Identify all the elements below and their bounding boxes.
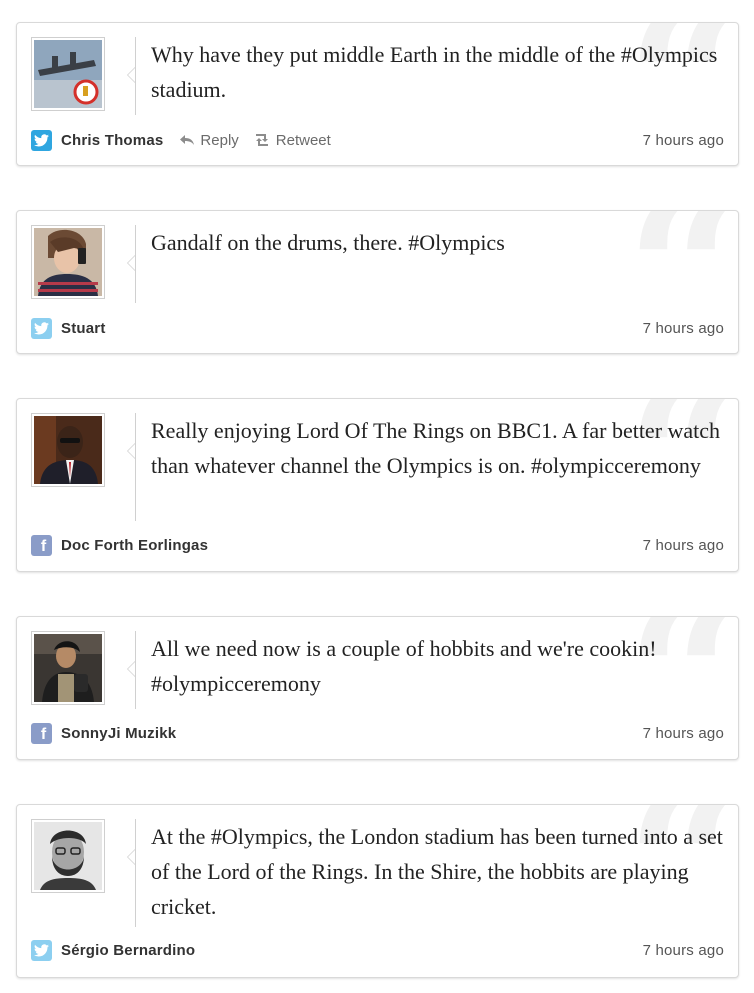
retweet-button[interactable]: Retweet — [253, 132, 331, 149]
tweet-text: Gandalf on the drums, there. #Olympics — [151, 230, 505, 255]
author-name[interactable]: Chris Thomas — [61, 132, 163, 149]
author-name[interactable]: Stuart — [61, 320, 106, 337]
avatar[interactable] — [31, 413, 105, 487]
reply-icon — [180, 135, 195, 145]
avatar-image — [34, 228, 102, 296]
tweet-footer: f Doc Forth Eorlingas 7 hours ago — [31, 534, 724, 556]
facebook-icon[interactable]: f — [31, 534, 52, 556]
avatar-image — [34, 634, 102, 702]
facebook-icon[interactable]: f — [31, 722, 52, 744]
tweet-card: “ Gandalf on the drums, there. #Olympics… — [16, 210, 739, 354]
timestamp[interactable]: 7 hours ago — [643, 320, 724, 337]
tweet-text: All we need now is a couple of hobbits a… — [151, 636, 657, 696]
retweet-label: Retweet — [275, 131, 331, 149]
tweet-text: Why have they put middle Earth in the mi… — [151, 42, 718, 102]
avatar-image — [34, 40, 102, 108]
reply-button[interactable]: Reply — [179, 131, 239, 149]
divider — [127, 631, 136, 709]
twitter-icon[interactable] — [31, 939, 52, 961]
tweet-card: “ Why have they put middle Earth in the … — [16, 22, 739, 166]
avatar[interactable] — [31, 37, 105, 111]
tweet-card: “ Really enjoying Lord Of The Rings on B… — [16, 398, 739, 572]
tweet-text: At the #Olympics, the London stadium has… — [151, 824, 723, 919]
divider — [127, 413, 136, 521]
avatar-image — [34, 822, 102, 890]
avatar-image — [34, 416, 102, 484]
author-name[interactable]: Doc Forth Eorlingas — [61, 537, 208, 554]
author-name[interactable]: SonnyJi Muzikk — [61, 725, 176, 742]
avatar[interactable] — [31, 819, 105, 893]
retweet-icon — [255, 134, 268, 146]
tweet-footer: Chris Thomas Reply Retweet 7 hours ago — [31, 129, 724, 151]
tweet-footer: Stuart 7 hours ago — [31, 317, 724, 339]
timestamp[interactable]: 7 hours ago — [643, 537, 724, 554]
tweet-card: “ All we need now is a couple of hobbits… — [16, 616, 739, 760]
avatar[interactable] — [31, 225, 105, 299]
reply-label: Reply — [200, 131, 239, 149]
tweet-footer: f SonnyJi Muzikk 7 hours ago — [31, 722, 724, 744]
tweet-card: “ At the #Olympics, the London stadium h… — [16, 804, 739, 978]
divider — [127, 225, 136, 303]
tweet-footer: Sérgio Bernardino 7 hours ago — [31, 939, 724, 961]
divider — [127, 37, 136, 115]
twitter-icon[interactable] — [31, 317, 52, 339]
tweet-text: Really enjoying Lord Of The Rings on BBC… — [151, 418, 721, 478]
author-name[interactable]: Sérgio Bernardino — [61, 942, 195, 959]
timestamp[interactable]: 7 hours ago — [643, 132, 724, 149]
timestamp[interactable]: 7 hours ago — [643, 725, 724, 742]
twitter-icon[interactable] — [31, 129, 52, 151]
divider — [127, 819, 136, 927]
avatar[interactable] — [31, 631, 105, 705]
timestamp[interactable]: 7 hours ago — [643, 942, 724, 959]
